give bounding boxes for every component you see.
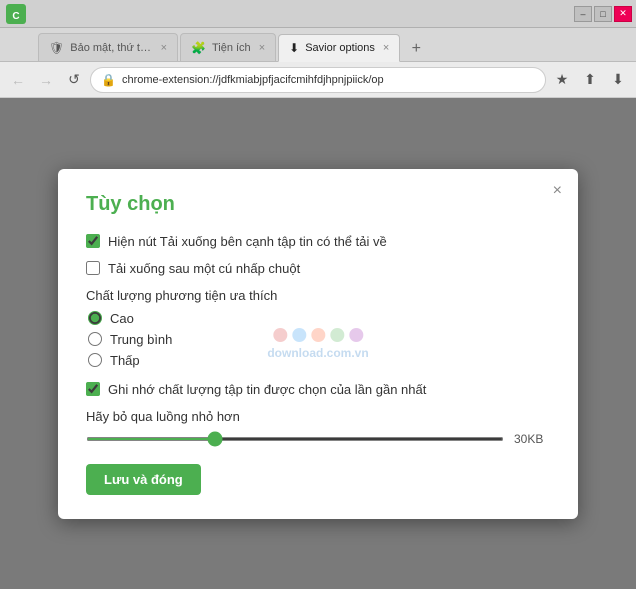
- radio-thap-row: Thấp: [88, 353, 550, 368]
- tab-label-savior: Savior options: [305, 42, 375, 54]
- checkbox-show-download-btn-label: Hiện nút Tải xuống bên cạnh tập tin có t…: [108, 234, 387, 249]
- bookmark-button[interactable]: ★: [550, 68, 574, 92]
- checkbox-show-download-btn[interactable]: [86, 234, 100, 248]
- toolbar-actions: ★ ⬆ ⬇: [550, 68, 630, 92]
- radio-thap-label: Thấp: [110, 353, 140, 368]
- checkbox-remember-quality-label: Ghi nhớ chất lượng tập tin được chọn của…: [108, 382, 426, 397]
- tab-close-savior[interactable]: ×: [383, 42, 389, 54]
- radio-cao[interactable]: [88, 311, 102, 325]
- title-bar-buttons: – □ ✕: [574, 6, 632, 22]
- tab-favicon-extensions: 🧩: [191, 41, 206, 55]
- radio-cao-label: Cao: [110, 311, 134, 326]
- dialog-close-button[interactable]: ×: [553, 183, 562, 199]
- radio-trung-binh-label: Trung bình: [110, 332, 172, 347]
- tab-close-extensions[interactable]: ×: [259, 42, 265, 54]
- tab-savior[interactable]: ⬇ Savior options ×: [278, 34, 400, 62]
- radio-trung-binh[interactable]: [88, 332, 102, 346]
- radio-thap[interactable]: [88, 353, 102, 367]
- slider-row: 30KB: [86, 432, 550, 446]
- new-tab-button[interactable]: +: [404, 37, 428, 61]
- refresh-button[interactable]: ↺: [62, 68, 86, 92]
- address-bar[interactable]: 🔒 chrome-extension://jdfkmiabjpfjacifcmi…: [90, 67, 546, 93]
- coccoc-logo: C: [6, 4, 26, 24]
- tab-label-extensions: Tiện ích: [212, 42, 251, 54]
- download-arrow-up[interactable]: ⬆: [578, 68, 602, 92]
- forward-button[interactable]: →: [34, 68, 58, 92]
- checkbox-show-download-btn-row: Hiện nút Tải xuống bên cạnh tập tin có t…: [86, 234, 550, 249]
- checkbox-one-click[interactable]: [86, 261, 100, 275]
- slider-value: 30KB: [514, 432, 550, 446]
- tab-extensions[interactable]: 🧩 Tiện ích ×: [180, 33, 276, 61]
- address-icon: 🔒: [101, 73, 116, 87]
- save-close-button[interactable]: Lưu và đóng: [86, 464, 201, 495]
- bitrate-slider[interactable]: [86, 437, 504, 441]
- maximize-button[interactable]: □: [594, 6, 612, 22]
- close-button[interactable]: ✕: [614, 6, 632, 22]
- browser-window: C – □ ✕ 🛡 Bảo mật, thứ th... × 🧩 Tiện íc…: [0, 0, 636, 589]
- quality-section-label: Chất lượng phương tiện ưa thích: [86, 288, 550, 303]
- page-content: download.com.vn × Tùy chọn Hiện nút Tải …: [0, 98, 636, 589]
- checkbox-one-click-row: Tải xuống sau một cú nhấp chuột: [86, 261, 550, 276]
- slider-section: Hãy bỏ qua luồng nhỏ hơn 30KB: [86, 409, 550, 446]
- quality-radio-group: Cao Trung bình Thấp: [88, 311, 550, 368]
- address-text: chrome-extension://jdfkmiabjpfjacifcmihf…: [122, 74, 535, 86]
- tab-favicon-savior: ⬇: [289, 41, 299, 55]
- checkbox-remember-quality-row: Ghi nhớ chất lượng tập tin được chọn của…: [86, 382, 550, 397]
- minimize-button[interactable]: –: [574, 6, 592, 22]
- download-arrow-down[interactable]: ⬇: [606, 68, 630, 92]
- checkbox-one-click-label: Tải xuống sau một cú nhấp chuột: [108, 261, 300, 276]
- radio-cao-row: Cao: [88, 311, 550, 326]
- dialog: download.com.vn × Tùy chọn Hiện nút Tải …: [58, 169, 578, 519]
- back-button[interactable]: ←: [6, 68, 30, 92]
- tab-bar: 🛡 Bảo mật, thứ th... × 🧩 Tiện ích × ⬇ Sa…: [0, 28, 636, 62]
- checkbox-remember-quality[interactable]: [86, 382, 100, 396]
- radio-trung-binh-row: Trung bình: [88, 332, 550, 347]
- tab-security[interactable]: 🛡 Bảo mật, thứ th... ×: [38, 33, 178, 61]
- toolbar: ← → ↺ 🔒 chrome-extension://jdfkmiabjpfja…: [0, 62, 636, 98]
- dialog-title: Tùy chọn: [86, 193, 550, 216]
- tab-label-security: Bảo mật, thứ th...: [70, 42, 152, 54]
- tab-close-security[interactable]: ×: [161, 42, 167, 54]
- slider-label: Hãy bỏ qua luồng nhỏ hơn: [86, 409, 550, 424]
- title-bar: C – □ ✕: [0, 0, 636, 28]
- svg-text:C: C: [12, 11, 19, 22]
- tab-favicon-security: 🛡: [49, 41, 64, 55]
